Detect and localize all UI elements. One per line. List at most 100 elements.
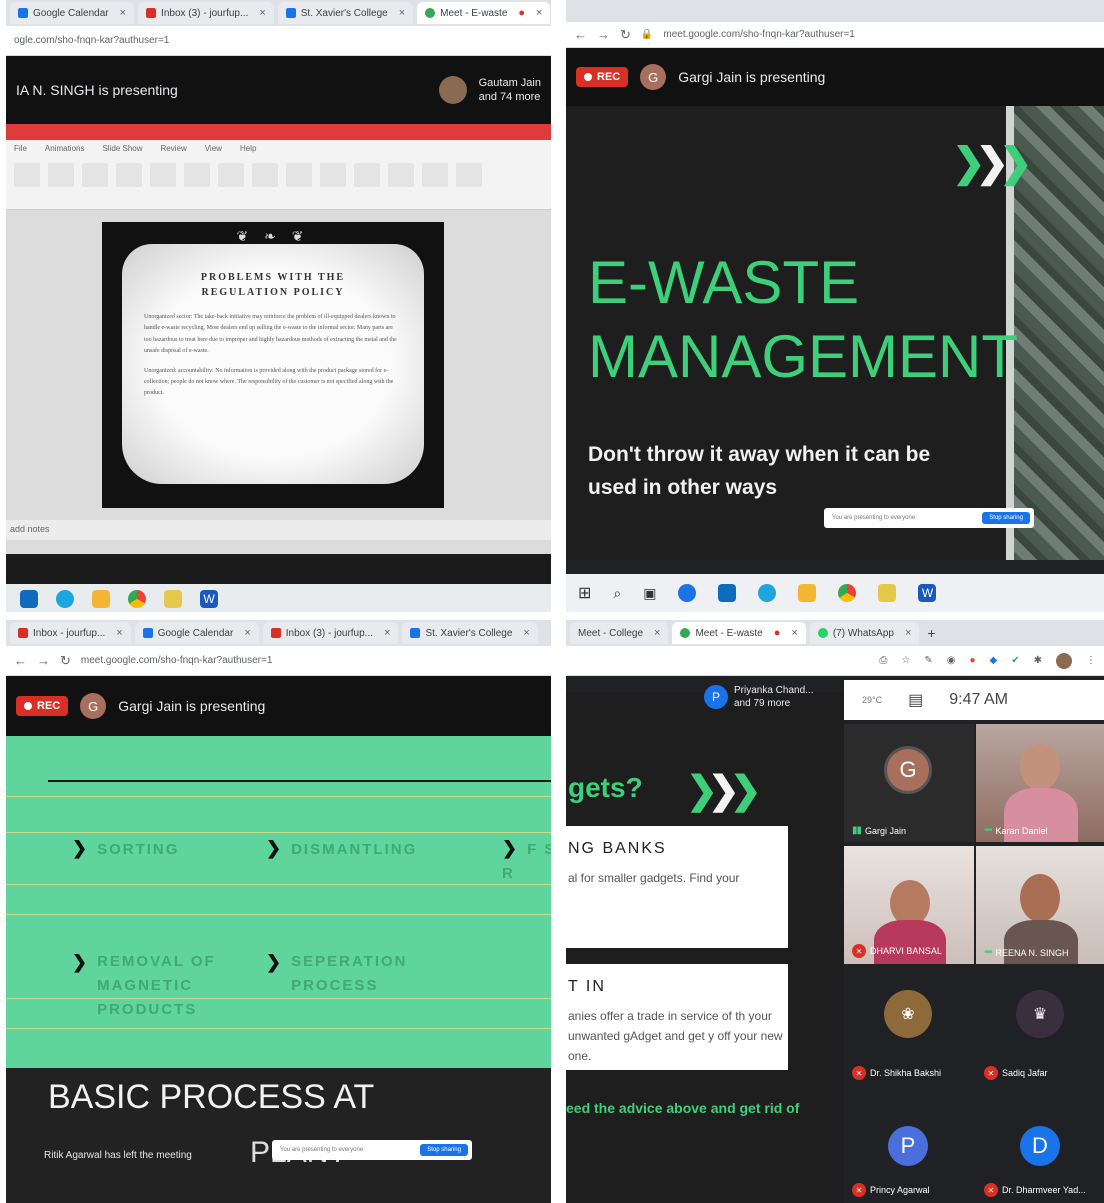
- browser-tab[interactable]: St. Xavier's College ×: [402, 622, 538, 644]
- participant-tile[interactable]: ♛ ✕ Sadiq Jafar: [976, 968, 1104, 1086]
- url-text[interactable]: ogle.com/sho-fnqn-kar?authuser=1: [14, 35, 169, 46]
- word-icon[interactable]: W: [200, 590, 218, 608]
- ribbon-button[interactable]: [116, 163, 142, 187]
- participant-video: [1020, 874, 1060, 922]
- browser-tab[interactable]: Inbox (3) - jourfup... ×: [138, 2, 274, 24]
- status-bar: [6, 540, 551, 554]
- browser-tab[interactable]: Google Calendar ×: [134, 622, 259, 644]
- extension-icon[interactable]: ✎: [924, 655, 932, 666]
- browser-tab[interactable]: Inbox (3) - jourfup... ×: [262, 622, 399, 644]
- profile-icon[interactable]: [1056, 652, 1072, 669]
- ribbon-button[interactable]: [422, 163, 448, 187]
- extension-icon[interactable]: ◉: [947, 655, 956, 666]
- cortana-icon[interactable]: [678, 584, 697, 602]
- participant-tile[interactable]: ❀ ✕ Dr. Shikha Bakshi: [844, 968, 974, 1086]
- slide[interactable]: ❯SORTING ❯DISMANTLING ❯F S R ❯REMOVAL OF…: [6, 736, 551, 1068]
- check-icon[interactable]: ✔: [1011, 655, 1019, 666]
- puzzle-icon[interactable]: ✱: [1034, 655, 1042, 666]
- close-icon[interactable]: ×: [905, 627, 911, 639]
- participant-tile[interactable]: ••• Karan Daniel: [976, 724, 1104, 842]
- close-icon[interactable]: ×: [791, 627, 797, 639]
- back-icon[interactable]: ←: [574, 27, 587, 42]
- back-icon[interactable]: ←: [14, 653, 27, 668]
- menu-item[interactable]: Slide Show: [102, 144, 142, 153]
- ribbon-button[interactable]: [354, 163, 380, 187]
- stop-sharing-button[interactable]: Stop sharing: [982, 512, 1030, 524]
- ribbon-button[interactable]: [48, 163, 74, 187]
- ribbon-button[interactable]: [456, 163, 482, 187]
- participant-tile[interactable]: D ✕ Dr. Dharmveer Yad...: [976, 1090, 1104, 1203]
- close-icon[interactable]: ×: [523, 627, 529, 639]
- ribbon-button[interactable]: [150, 163, 176, 187]
- menu-item[interactable]: Help: [240, 144, 256, 153]
- browser-tab[interactable]: St. Xavier's College ×: [277, 2, 414, 24]
- browser-tab[interactable]: Google Calendar ×: [10, 2, 135, 24]
- forward-icon[interactable]: →: [37, 653, 50, 668]
- new-tab-icon[interactable]: +: [927, 625, 935, 641]
- word-icon[interactable]: W: [918, 584, 937, 602]
- share-icon[interactable]: ⎙: [879, 655, 887, 666]
- file-explorer-icon[interactable]: [718, 584, 737, 602]
- folder-icon[interactable]: [92, 590, 110, 608]
- star-icon[interactable]: ☆: [901, 655, 910, 666]
- ribbon-button[interactable]: [286, 163, 312, 187]
- reload-icon[interactable]: ↻: [60, 653, 71, 669]
- slide[interactable]: ❦ ❧ ❦ PROBLEMS WITH THE REGULATION POLIC…: [102, 222, 444, 508]
- ribbon-button[interactable]: [252, 163, 278, 187]
- extension-icon[interactable]: ◆: [990, 655, 998, 666]
- chrome-icon[interactable]: [838, 584, 857, 602]
- ribbon-button[interactable]: [218, 163, 244, 187]
- sticky-notes-icon[interactable]: [878, 584, 897, 602]
- url-text[interactable]: meet.google.com/sho-fnqn-kar?authuser=1: [663, 29, 855, 40]
- close-icon[interactable]: ×: [536, 7, 542, 19]
- participant-tile[interactable]: P ✕ Princy Agarwal: [844, 1090, 974, 1203]
- extension-icon[interactable]: ●: [969, 655, 975, 666]
- close-icon[interactable]: ×: [120, 7, 126, 19]
- participant-tile[interactable]: ✕ DHARVI BANSAL: [844, 846, 974, 964]
- file-explorer-icon[interactable]: [20, 590, 38, 608]
- task-view-icon[interactable]: ▣: [643, 585, 656, 602]
- close-icon[interactable]: ×: [654, 627, 660, 639]
- notes-icon[interactable]: ▤: [908, 690, 923, 710]
- participant-tile[interactable]: ••• REENA N. SINGH: [976, 846, 1104, 964]
- more-icon[interactable]: ⋮: [1086, 655, 1096, 666]
- close-icon[interactable]: ×: [259, 7, 265, 19]
- ribbon-button[interactable]: [82, 163, 108, 187]
- edge-icon[interactable]: [56, 590, 74, 608]
- participant-tile[interactable]: G ▮▮ Gargi Jain: [844, 724, 974, 842]
- browser-tab-active[interactable]: Meet - E-waste ● ×: [672, 622, 806, 644]
- notes-pane[interactable]: add notes: [6, 520, 551, 540]
- menu-item[interactable]: View: [205, 144, 222, 153]
- edge-icon[interactable]: [758, 584, 777, 602]
- close-icon[interactable]: ×: [399, 7, 405, 19]
- browser-tab[interactable]: Meet - College ×: [570, 622, 669, 644]
- ribbon-button[interactable]: [388, 163, 414, 187]
- reload-icon[interactable]: ↻: [620, 27, 631, 43]
- sticky-notes-icon[interactable]: [164, 590, 182, 608]
- folder-icon[interactable]: [798, 584, 817, 602]
- info-card: NG BANKS al for smaller gadgets. Find yo…: [566, 826, 788, 948]
- ribbon-button[interactable]: [184, 163, 210, 187]
- url-text[interactable]: meet.google.com/sho-fnqn-kar?authuser=1: [81, 655, 273, 666]
- close-icon[interactable]: ×: [384, 627, 390, 639]
- browser-tab[interactable]: (7) WhatsApp ×: [809, 622, 920, 644]
- close-icon[interactable]: ×: [116, 627, 122, 639]
- search-icon[interactable]: ⌕: [613, 585, 621, 602]
- ribbon-button[interactable]: [14, 163, 40, 187]
- windows-start-icon[interactable]: ⊞: [578, 583, 591, 603]
- close-icon[interactable]: ×: [244, 627, 250, 639]
- menu-item[interactable]: Review: [161, 144, 187, 153]
- avatar: P: [888, 1126, 928, 1166]
- menu-item[interactable]: File: [14, 144, 27, 153]
- browser-tab[interactable]: Inbox - jourfup... ×: [10, 622, 131, 644]
- site-icon: [285, 8, 296, 18]
- stop-sharing-button[interactable]: Stop sharing: [420, 1144, 468, 1156]
- ornament-icon: ❦ ❧ ❦: [236, 228, 310, 244]
- forward-icon[interactable]: →: [597, 27, 610, 42]
- ribbon-button[interactable]: [320, 163, 346, 187]
- browser-tab-strip: Meet - College × Meet - E-waste ● × (7) Wha…: [566, 620, 1104, 646]
- chevron-right-icon: ❯: [72, 952, 90, 972]
- chrome-icon[interactable]: [128, 590, 146, 608]
- browser-tab-active[interactable]: Meet - E-waste ● ×: [417, 2, 551, 24]
- menu-item[interactable]: Animations: [45, 144, 85, 153]
